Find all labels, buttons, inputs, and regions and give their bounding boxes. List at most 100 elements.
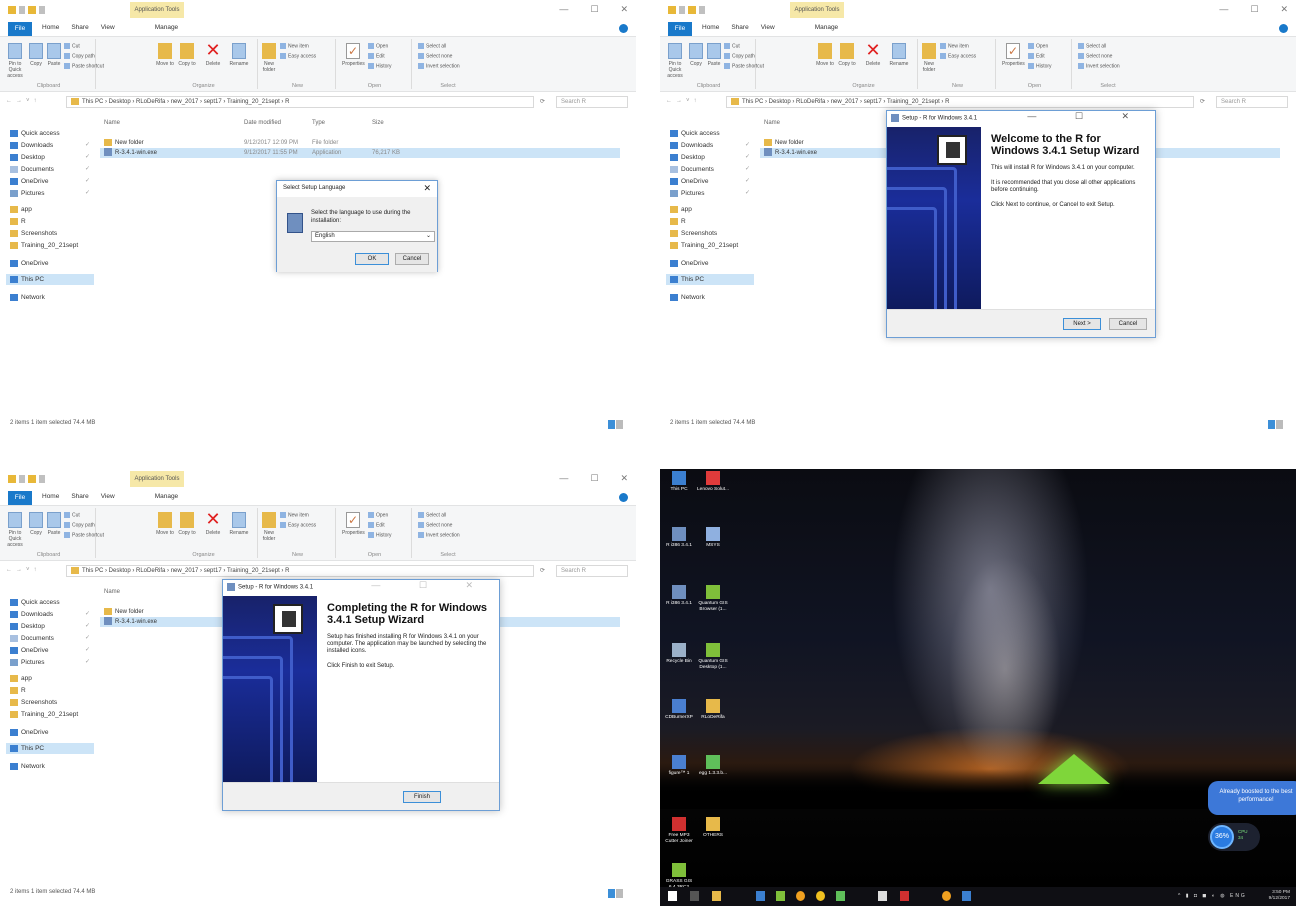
minimize-button[interactable]: — xyxy=(1219,4,1228,15)
tiles-view-icon[interactable] xyxy=(616,420,623,429)
desktop-icon-item[interactable]: egg 1.3.3.b... xyxy=(696,755,730,777)
desktop-icon-item[interactable]: Free MP3 Cutter Joiner xyxy=(662,817,696,844)
select-all-button[interactable]: Select all xyxy=(418,43,446,49)
address-field[interactable]: This PC › Desktop › RLoDeRifa › new_2017… xyxy=(66,565,534,577)
desktop-icon-item[interactable]: figure™ 1 xyxy=(662,755,696,777)
rename-button[interactable]: Rename xyxy=(228,512,250,536)
tab-manage[interactable]: Manage xyxy=(815,24,839,31)
nav-quick-access[interactable]: Quick access xyxy=(670,128,754,139)
nav-buttons[interactable]: ←→˅↑ xyxy=(666,98,701,104)
qgis-icon[interactable] xyxy=(776,891,785,901)
search-input[interactable]: Search R xyxy=(1216,96,1288,108)
copy-to-button[interactable]: Copy to xyxy=(178,43,196,67)
search-input[interactable]: Search R xyxy=(556,96,628,108)
cancel-button[interactable]: Cancel xyxy=(395,253,429,265)
invert-selection-button[interactable]: Invert selection xyxy=(418,532,460,538)
nav-r[interactable]: R xyxy=(670,216,754,227)
desktop-icon-item[interactable]: MSYS xyxy=(696,527,730,549)
boost-widget[interactable]: 36% CPU 34 xyxy=(1208,823,1260,851)
select-none-button[interactable]: Select none xyxy=(418,53,452,59)
tab-share[interactable]: Share xyxy=(71,493,88,500)
quick-access-toolbar[interactable] xyxy=(8,475,45,483)
nav-onedrive[interactable]: OneDrive xyxy=(10,258,94,269)
delete-button[interactable]: ✕ Delete xyxy=(202,41,224,67)
nav-downloads[interactable]: Downloads ✓ xyxy=(10,609,94,620)
properties-button[interactable]: ✓ Properties xyxy=(342,512,365,536)
desktop-icon-item[interactable]: GRASS GIS 6.4.3RC2 xyxy=(662,863,696,890)
file-row[interactable]: R-3.4.1-win.exe 9/12/2017 11:55 PM Appli… xyxy=(100,148,620,158)
paste-button[interactable]: Paste xyxy=(706,43,722,67)
column-name[interactable]: Name xyxy=(104,589,120,595)
window-controls[interactable]: — ☐ ✕ xyxy=(559,473,628,484)
help-icon[interactable] xyxy=(1279,24,1288,33)
nav-quick-access[interactable]: Quick access xyxy=(10,128,94,139)
desktop-icon-item[interactable]: RLoDeRifa xyxy=(696,699,730,721)
pin-button[interactable]: Pin to Quick access xyxy=(4,43,26,79)
nav-pictures[interactable]: Pictures ✓ xyxy=(10,188,94,199)
window-controls[interactable]: — ☐ ✕ xyxy=(1219,4,1288,15)
properties-button[interactable]: ✓ Properties xyxy=(342,43,365,67)
nav-buttons[interactable]: ←→˅↑ xyxy=(6,567,41,573)
copy-button[interactable]: Copy xyxy=(28,43,44,67)
history-button[interactable]: History xyxy=(368,532,392,538)
cut-button[interactable]: Cut xyxy=(724,43,740,49)
column-date[interactable]: Date modified xyxy=(244,120,281,126)
easy-access-button[interactable]: Easy access xyxy=(280,53,316,59)
tab-file[interactable]: File xyxy=(8,22,32,36)
desktop-icon-item[interactable]: R i386 3.4.1 xyxy=(662,527,696,549)
taskbar-app-icon[interactable] xyxy=(756,891,765,901)
tab-view[interactable]: View xyxy=(101,24,115,31)
nav-buttons[interactable]: ←→˅↑ xyxy=(6,98,41,104)
nav-this-pc[interactable]: This PC xyxy=(6,274,94,285)
select-none-button[interactable]: Select none xyxy=(418,522,452,528)
pin-button[interactable]: Pin to Quick access xyxy=(664,43,686,79)
nav-onedrive-pinned[interactable]: OneDrive ✓ xyxy=(10,176,94,187)
column-type[interactable]: Type xyxy=(312,120,325,126)
close-button[interactable]: ✕ xyxy=(620,473,628,484)
view-toggle[interactable] xyxy=(608,885,624,898)
quick-access-toolbar[interactable] xyxy=(8,6,45,14)
move-to-button[interactable]: Move to xyxy=(816,43,834,67)
finish-button[interactable]: Finish xyxy=(403,791,441,803)
nav-onedrive-pinned[interactable]: OneDrive ✓ xyxy=(10,645,94,656)
taskbar-app-icon[interactable] xyxy=(836,891,845,901)
tab-file[interactable]: File xyxy=(668,22,692,36)
copy-to-button[interactable]: Copy to xyxy=(838,43,856,67)
details-view-icon[interactable] xyxy=(608,889,615,898)
refresh-icon[interactable]: ⟳ xyxy=(1200,98,1205,105)
nav-quick-access[interactable]: Quick access xyxy=(10,597,94,608)
paste-button[interactable]: Paste xyxy=(46,512,62,536)
open-button[interactable]: Open xyxy=(368,512,388,518)
desktop-icon-item[interactable]: R i386 3.4.1 xyxy=(662,585,696,607)
nav-desktop[interactable]: Desktop ✓ xyxy=(670,152,754,163)
nav-network[interactable]: Network xyxy=(10,761,94,772)
tab-manage[interactable]: Manage xyxy=(155,493,179,500)
cut-button[interactable]: Cut xyxy=(64,512,80,518)
rename-button[interactable]: Rename xyxy=(228,43,250,67)
nav-training[interactable]: Training_20_21sept xyxy=(10,240,94,251)
delete-button[interactable]: ✕ Delete xyxy=(862,41,884,67)
delete-button[interactable]: ✕ Delete xyxy=(202,510,224,536)
new-item-button[interactable]: New item xyxy=(280,43,309,49)
window-controls[interactable]: — ☐ ✕ xyxy=(559,4,628,15)
refresh-icon[interactable]: ⟳ xyxy=(540,567,545,574)
invert-selection-button[interactable]: Invert selection xyxy=(418,63,460,69)
history-button[interactable]: History xyxy=(368,63,392,69)
new-folder-button[interactable]: New folder xyxy=(920,43,938,73)
nav-pictures[interactable]: Pictures ✓ xyxy=(10,657,94,668)
nav-r[interactable]: R xyxy=(10,685,94,696)
close-button[interactable]: ✕ xyxy=(620,4,628,15)
rename-button[interactable]: Rename xyxy=(888,43,910,67)
language-select[interactable]: English ⌄ xyxy=(311,231,435,242)
tab-file[interactable]: File xyxy=(8,491,32,505)
new-folder-button[interactable]: New folder xyxy=(260,43,278,73)
tiles-view-icon[interactable] xyxy=(616,889,623,898)
desktop-icon-item[interactable]: Quantum GIS Desktop (1... xyxy=(696,643,730,670)
copy-path-button[interactable]: Copy path xyxy=(724,53,755,59)
tab-view[interactable]: View xyxy=(101,493,115,500)
column-size[interactable]: Size xyxy=(372,120,384,126)
nav-documents[interactable]: Documents ✓ xyxy=(670,164,754,175)
nav-desktop[interactable]: Desktop ✓ xyxy=(10,621,94,632)
desktop-icon-item[interactable]: Lenovo Solut... xyxy=(696,471,730,493)
tiles-view-icon[interactable] xyxy=(1276,420,1283,429)
